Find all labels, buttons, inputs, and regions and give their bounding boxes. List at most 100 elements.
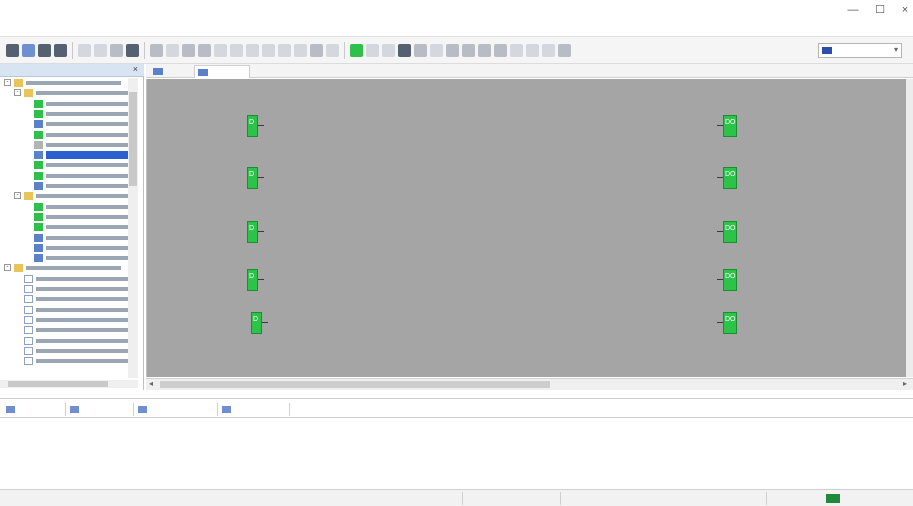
tree-horizontal-scrollbar[interactable]: [0, 380, 138, 388]
output-pin[interactable]: [258, 125, 264, 126]
tree-item[interactable]: -: [14, 88, 128, 98]
tree-item[interactable]: [24, 140, 128, 150]
tree-item[interactable]: [14, 305, 128, 315]
tree-item[interactable]: [14, 356, 128, 366]
scrollbar-thumb[interactable]: [8, 381, 108, 387]
output-pin[interactable]: [258, 177, 264, 178]
align-left-icon[interactable]: [214, 44, 227, 57]
undo-icon[interactable]: [150, 44, 163, 57]
input-pin[interactable]: [717, 177, 723, 178]
diagram-canvas[interactable]: D D D D D DO DO DO DO DO: [146, 79, 906, 377]
digital-input-block[interactable]: D: [243, 259, 275, 293]
tree-item[interactable]: [14, 336, 128, 346]
digital-input-block[interactable]: D: [243, 211, 275, 245]
block-body[interactable]: DO: [723, 221, 737, 243]
save-all-icon[interactable]: [54, 44, 67, 57]
maximize-button[interactable]: ☐: [873, 3, 887, 17]
ungroup-icon[interactable]: [326, 44, 339, 57]
help-icon[interactable]: [542, 44, 555, 57]
compile-icon[interactable]: [350, 44, 363, 57]
connect-icon[interactable]: [462, 44, 475, 57]
tree-item[interactable]: [24, 243, 128, 253]
output-pin[interactable]: [258, 231, 264, 232]
tree-item[interactable]: [24, 233, 128, 243]
tree-expander-icon[interactable]: -: [4, 264, 11, 272]
tree-vertical-scrollbar[interactable]: [128, 78, 138, 378]
minimize-button[interactable]: —: [846, 3, 860, 17]
tree-item[interactable]: [14, 284, 128, 294]
tree-expander-icon[interactable]: -: [4, 79, 11, 86]
tree-item[interactable]: [24, 222, 128, 232]
tree-item[interactable]: [14, 315, 128, 325]
digital-input-block[interactable]: D: [247, 302, 279, 336]
tab-information[interactable]: [4, 403, 66, 416]
settings-icon[interactable]: [494, 44, 507, 57]
tab-document-1[interactable]: [150, 65, 190, 78]
block-body[interactable]: DO: [723, 312, 737, 334]
disconnect-icon[interactable]: [478, 44, 491, 57]
copy-icon[interactable]: [94, 44, 107, 57]
step-icon[interactable]: [382, 44, 395, 57]
tree-item[interactable]: -: [4, 263, 124, 273]
tree-item[interactable]: [24, 109, 128, 119]
tree-item[interactable]: [24, 171, 128, 181]
input-pin[interactable]: [717, 231, 723, 232]
zoom-in-icon[interactable]: [182, 44, 195, 57]
tree-item[interactable]: [14, 346, 128, 356]
digital-output-block[interactable]: DO: [715, 157, 747, 191]
paste-icon[interactable]: [110, 44, 123, 57]
output-pin[interactable]: [262, 322, 268, 323]
monitor-icon[interactable]: [398, 44, 411, 57]
language-select[interactable]: ▾: [818, 43, 902, 58]
digital-output-block[interactable]: DO: [715, 105, 747, 139]
canvas-horizontal-scrollbar[interactable]: ◂ ▸: [146, 378, 913, 390]
align-center-icon[interactable]: [230, 44, 243, 57]
tree-item[interactable]: [24, 202, 128, 212]
block-body[interactable]: D: [247, 269, 258, 291]
tree-item[interactable]: -: [14, 191, 128, 201]
simulate-icon[interactable]: [366, 44, 379, 57]
tree-item[interactable]: [24, 150, 128, 160]
tree-item[interactable]: [24, 212, 128, 222]
scrollbar-thumb[interactable]: [129, 92, 137, 186]
tree-item[interactable]: [24, 181, 128, 191]
tree-item[interactable]: [24, 99, 128, 109]
scroll-left-icon[interactable]: ◂: [149, 379, 153, 388]
input-pin[interactable]: [717, 279, 723, 280]
tree-item[interactable]: [24, 160, 128, 170]
input-pin[interactable]: [717, 125, 723, 126]
tree-item[interactable]: [14, 294, 128, 304]
tab-simulator[interactable]: [68, 403, 134, 416]
block-body[interactable]: D: [247, 221, 258, 243]
tree-item[interactable]: [24, 119, 128, 129]
align-bottom-icon[interactable]: [278, 44, 291, 57]
tree-item[interactable]: [24, 130, 128, 140]
info-icon[interactable]: [526, 44, 539, 57]
block-body[interactable]: DO: [723, 269, 737, 291]
block-body[interactable]: DO: [723, 167, 737, 189]
block-body[interactable]: DO: [723, 115, 737, 137]
output-pin[interactable]: [258, 279, 264, 280]
scrollbar-thumb[interactable]: [160, 381, 550, 388]
digital-output-block[interactable]: DO: [715, 302, 747, 336]
align-top-icon[interactable]: [262, 44, 275, 57]
tree-item[interactable]: -: [4, 78, 124, 88]
digital-input-block[interactable]: D: [243, 105, 275, 139]
open-icon[interactable]: [22, 44, 35, 57]
digital-output-block[interactable]: DO: [715, 259, 747, 293]
download-icon[interactable]: [446, 44, 459, 57]
block-body[interactable]: D: [251, 312, 262, 334]
cut-icon[interactable]: [78, 44, 91, 57]
digital-output-block[interactable]: DO: [715, 211, 747, 245]
digital-input-block[interactable]: D: [243, 157, 275, 191]
close-icon[interactable]: ×: [133, 64, 138, 74]
block-body[interactable]: D: [247, 167, 258, 189]
tree-expander-icon[interactable]: -: [14, 192, 21, 200]
input-pin[interactable]: [717, 322, 723, 323]
delete-icon[interactable]: [126, 44, 139, 57]
tab-digital-io[interactable]: [136, 403, 218, 416]
tree-item[interactable]: [14, 325, 128, 335]
close-button[interactable]: ×: [898, 3, 912, 17]
tree-item[interactable]: [14, 274, 128, 284]
device-icon[interactable]: [510, 44, 523, 57]
